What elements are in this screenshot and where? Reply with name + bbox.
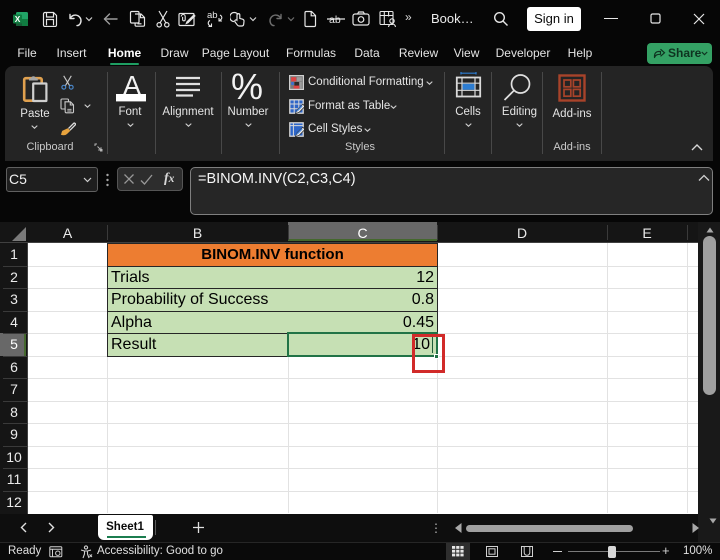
svg-text:ab: ab (329, 14, 341, 26)
svg-text:X: X (15, 14, 21, 24)
svg-text:ab: ab (207, 10, 218, 21)
